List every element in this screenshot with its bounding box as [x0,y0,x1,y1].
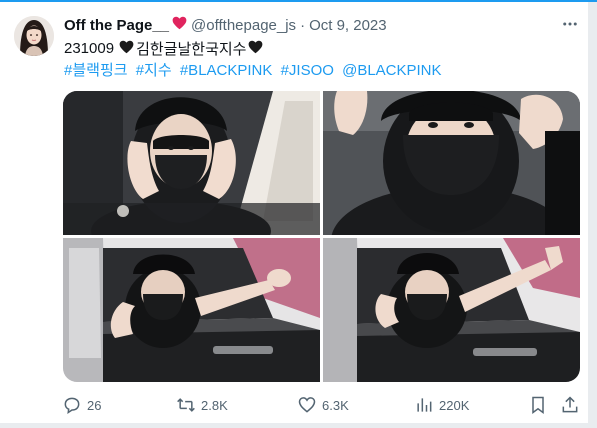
hashtag-link[interactable]: #지수 [136,62,172,79]
hashtag-link[interactable]: #블랙핑크 [64,62,128,79]
separator-dot: · [300,16,306,34]
photo-3[interactable] [63,238,320,382]
tweet-text-korean: 김한글날한국지수 [136,41,247,58]
tweet-date[interactable]: Oct 9, 2023 [309,17,387,34]
hashtag-link[interactable]: #BLACKPINK [180,62,273,79]
reply-icon [64,397,80,415]
retweet-button[interactable]: 2.8K [176,394,228,416]
views-button[interactable]: 220K [414,394,469,416]
photo-4[interactable] [323,238,580,382]
mention-link[interactable]: @BLACKPINK [342,62,441,79]
like-icon [298,397,316,413]
like-button[interactable]: 6.3K [297,394,349,416]
views-icon [417,398,432,412]
like-count: 6.3K [322,397,349,413]
share-icon [562,396,578,413]
tweet-card: Off the Page__ @offthepage_js · Oct 9, 2… [0,2,588,423]
avatar[interactable] [14,16,54,56]
black-heart-icon [248,40,263,58]
bookmark-button[interactable] [528,394,553,416]
hashtag-link[interactable]: #JISOO [281,62,334,79]
media-grid [63,91,580,382]
retweet-icon [177,398,195,412]
tweet-text-prefix: 231009 [64,40,115,57]
tweet-header: Off the Page__ @offthepage_js · Oct 9, 2… [64,15,387,35]
more-icon[interactable] [560,14,580,34]
page-margin [588,2,597,428]
bookmark-icon [532,396,544,414]
display-name[interactable]: Off the Page__ [64,17,169,34]
user-handle[interactable]: @offthepage_js [191,17,296,34]
photo-1[interactable] [63,91,320,261]
hashtag-line: #블랙핑크 #지수 #BLACKPINK #JISOO @BLACKPINK [64,59,446,80]
share-button[interactable] [560,394,585,416]
action-bar: 26 2.8K 6.3K 220K [62,394,582,416]
photo-2[interactable] [323,91,580,296]
tweet-text: 231009 김한글날한국지수 [64,38,265,59]
red-heart-icon [172,16,187,34]
reply-count: 26 [87,397,102,413]
reply-button[interactable]: 26 [62,394,101,416]
black-heart-icon [119,40,134,58]
retweet-count: 2.8K [201,397,228,413]
view-count: 220K [439,397,470,413]
